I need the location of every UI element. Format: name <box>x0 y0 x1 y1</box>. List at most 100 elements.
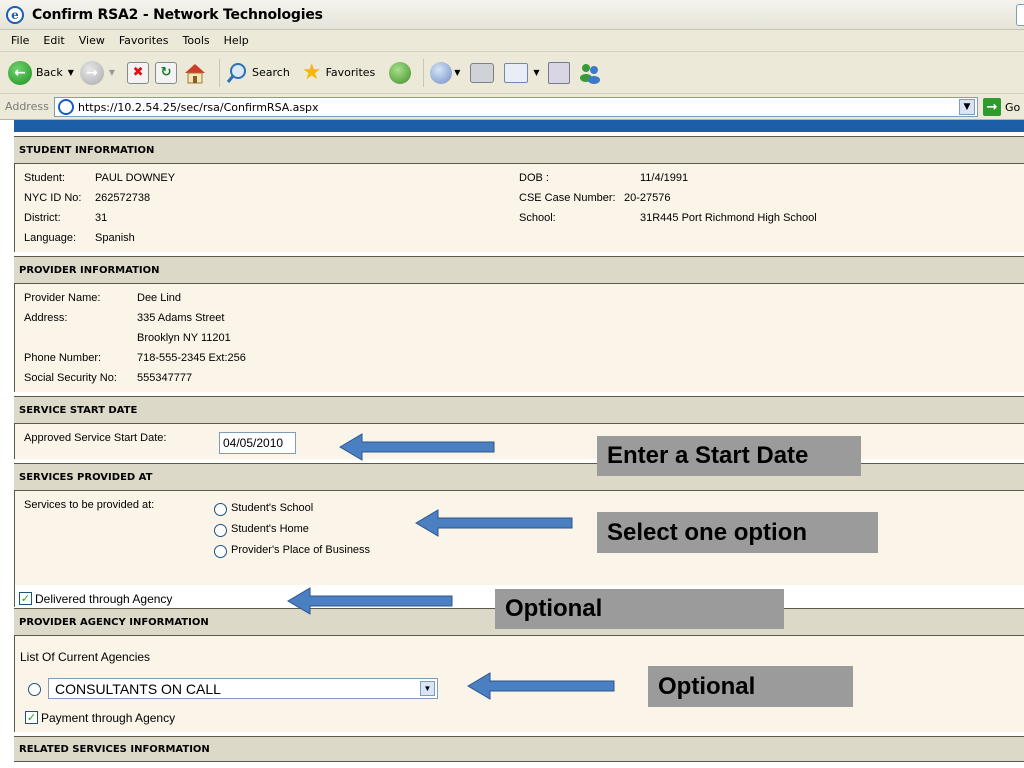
back-label: Back <box>36 66 63 79</box>
window-title: Confirm RSA2 - Network Technologies <box>32 6 323 23</box>
discuss-button[interactable] <box>547 61 570 84</box>
refresh-icon: ↻ <box>155 61 178 84</box>
callout-select-one-option: Select one option <box>597 512 878 553</box>
toolbar-separator <box>219 58 221 87</box>
start-date-input[interactable]: 04/05/2010 <box>219 432 296 454</box>
go-label: Go <box>1005 100 1021 114</box>
delivered-through-agency-label[interactable]: Delivered through Agency <box>35 592 172 606</box>
menu-file[interactable]: File <box>4 34 36 47</box>
messenger-button[interactable] <box>578 62 602 84</box>
address-bar: Address https://10.2.54.25/sec/rsa/Confi… <box>0 94 1024 120</box>
phone-number-value: 718-555-2345 Ext:256 <box>137 352 246 364</box>
history-button[interactable] <box>389 61 412 84</box>
cse-case-value: 20-27576 <box>624 192 671 204</box>
chevron-down-icon[interactable]: ▼ <box>420 681 435 696</box>
go-arrow-icon: → <box>983 98 1001 116</box>
school-value: 31R445 Port Richmond High School <box>640 212 817 224</box>
dob-label: DOB : <box>519 172 549 184</box>
search-icon <box>226 62 247 83</box>
forward-arrow-icon: → <box>79 60 104 85</box>
cse-case-label: CSE Case Number: <box>519 192 616 204</box>
print-button[interactable] <box>470 62 495 83</box>
option-students-school[interactable]: Student's School <box>231 502 313 514</box>
provider-address-label: Address: <box>24 312 68 324</box>
favorites-button[interactable]: ★ Favorites <box>301 59 376 85</box>
dob-value: 11/4/1991 <box>640 172 689 184</box>
menu-help[interactable]: Help <box>217 34 256 47</box>
toolbar-separator <box>423 58 425 87</box>
agency-select[interactable]: CONSULTANTS ON CALL ▼ <box>48 678 438 699</box>
mail-dropdown-icon[interactable]: ▼ <box>454 68 460 77</box>
service-start-date-panel: Approved Service Start Date: <box>14 424 1024 459</box>
student-label: Student: <box>24 172 65 184</box>
page-icon <box>58 99 74 115</box>
back-arrow-icon: ← <box>8 60 32 85</box>
favorites-label: Favorites <box>325 66 376 79</box>
ssn-label: Social Security No: <box>24 372 117 384</box>
radio-students-home[interactable] <box>214 524 227 537</box>
radio-providers-place[interactable] <box>214 545 227 558</box>
services-provided-at-header: SERVICES PROVIDED AT <box>14 463 1024 491</box>
agency-selected-value: CONSULTANTS ON CALL <box>55 680 221 697</box>
back-button[interactable]: ← Back ▼ <box>8 60 74 85</box>
forward-button[interactable]: → ▼ <box>79 60 115 85</box>
forward-dropdown-icon[interactable]: ▼ <box>109 68 115 77</box>
menu-view[interactable]: View <box>72 34 112 47</box>
stop-button[interactable]: ✖ <box>127 61 150 84</box>
district-value: 31 <box>95 212 108 224</box>
print-icon <box>470 62 495 83</box>
callout-enter-start-date: Enter a Start Date <box>597 436 861 476</box>
current-agencies-label: List Of Current Agencies <box>20 650 151 664</box>
mail-icon <box>430 61 453 84</box>
language-value: Spanish <box>95 232 135 244</box>
arrow-to-services-options <box>415 509 573 537</box>
provider-address-line1: 335 Adams Street <box>137 312 225 324</box>
start-date-label: Approved Service Start Date: <box>24 432 167 444</box>
option-providers-place[interactable]: Provider's Place of Business <box>231 544 370 556</box>
option-students-home[interactable]: Student's Home <box>231 523 309 535</box>
menu-edit[interactable]: Edit <box>36 34 71 47</box>
district-label: District: <box>24 212 61 224</box>
related-services-information-header: RELATED SERVICES INFORMATION <box>14 736 1024 762</box>
title-bar: e Confirm RSA2 - Network Technologies <box>0 0 1024 30</box>
nyc-id-label: NYC ID No: <box>24 192 82 204</box>
ssn-value: 555347777 <box>137 372 193 384</box>
refresh-button[interactable]: ↻ <box>155 61 178 84</box>
stop-icon: ✖ <box>127 61 150 84</box>
search-button[interactable]: Search <box>226 62 290 84</box>
service-start-date-header: SERVICE START DATE <box>14 396 1024 424</box>
menu-tools[interactable]: Tools <box>176 34 217 47</box>
provider-information-header: PROVIDER INFORMATION <box>14 256 1024 284</box>
back-dropdown-icon[interactable]: ▼ <box>68 68 74 77</box>
discuss-icon <box>547 61 570 84</box>
address-url: https://10.2.54.25/sec/rsa/ConfirmRSA.as… <box>78 100 319 114</box>
address-dropdown-icon[interactable]: ▼ <box>959 99 975 115</box>
window-control-edge[interactable] <box>1016 4 1024 26</box>
menu-favorites[interactable]: Favorites <box>112 34 176 47</box>
page-top-strip <box>14 120 1024 132</box>
phone-number-label: Phone Number: <box>24 352 102 364</box>
favorites-star-icon: ★ <box>301 59 322 85</box>
edit-dropdown-icon[interactable]: ▼ <box>533 68 539 77</box>
nyc-id-value: 262572738 <box>95 192 151 204</box>
student-information-panel: Student: PAUL DOWNEY NYC ID No: 26257273… <box>14 164 1024 252</box>
home-button[interactable] <box>183 62 207 84</box>
home-icon <box>185 63 206 83</box>
payment-through-agency-checkbox[interactable]: ✓ <box>25 711 38 724</box>
edit-button[interactable]: ▼ <box>504 62 540 83</box>
agency-radio[interactable] <box>28 683 41 696</box>
mail-button[interactable]: ▼ <box>430 61 460 84</box>
language-label: Language: <box>24 232 76 244</box>
go-button[interactable]: → Go <box>983 98 1020 116</box>
radio-students-school[interactable] <box>214 503 227 516</box>
delivered-through-agency-checkbox[interactable]: ✓ <box>19 592 32 605</box>
provider-name-label: Provider Name: <box>24 292 101 304</box>
page-content: STUDENT INFORMATION Student: PAUL DOWNEY… <box>0 120 1024 768</box>
services-location-label: Services to be provided at: <box>24 499 155 511</box>
edit-page-icon <box>504 62 529 83</box>
provider-name-value: Dee Lind <box>137 292 182 304</box>
callout-optional-agency: Optional <box>648 666 853 707</box>
address-input[interactable]: https://10.2.54.25/sec/rsa/ConfirmRSA.as… <box>54 97 978 117</box>
internet-explorer-icon: e <box>6 5 24 24</box>
payment-through-agency-label[interactable]: Payment through Agency <box>41 711 175 725</box>
